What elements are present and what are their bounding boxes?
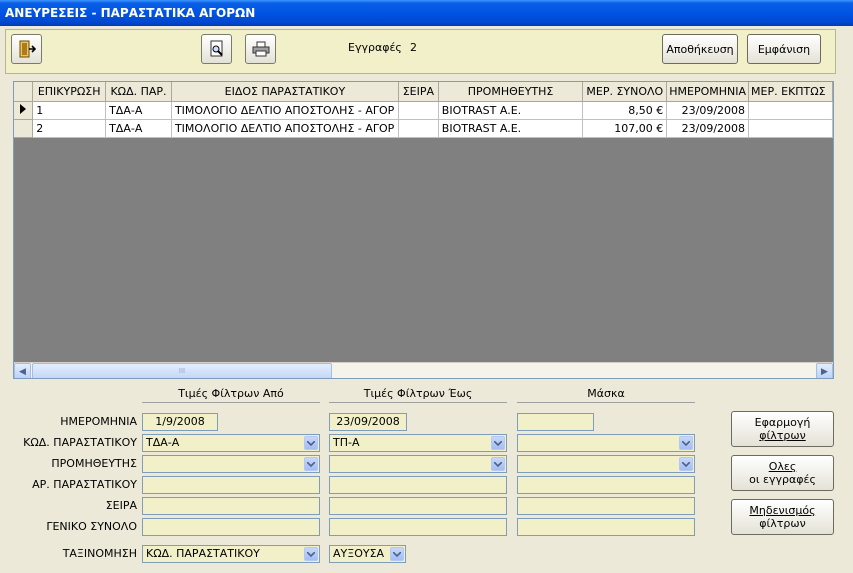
button-line: Εφαρμογή [754,416,811,429]
toolbar: Εγγραφές 2 Αποθήκευση Εμφάνιση [5,29,836,74]
filter-label-total: ΓΕΝΙΚΟ ΣΥΝΟΛΟ [46,520,137,533]
grid-cell[interactable]: BIOTRAST A.E. [438,101,584,120]
grid-cell[interactable] [748,101,833,120]
chevron-down-icon[interactable] [304,457,318,471]
doc-code-to-combo[interactable]: ΤΠ-Α [329,434,507,452]
filter-label-date: ΗΜΕΡΟΜΗΝΙΑ [60,415,137,428]
column-header[interactable]: ΜΕΡ. ΕΚΠΤΩΣ [748,82,833,102]
print-preview-icon [210,40,223,57]
total-from-field[interactable] [142,518,320,536]
doc-code-mask-combo[interactable] [517,434,695,452]
grid-cell[interactable]: 8,50 € [582,101,668,120]
button-line: οι εγγραφές [749,473,816,486]
grid-cell[interactable]: 2 [32,119,107,138]
grid-cell[interactable]: ΤΙΜΟΛΟΓΙΟ ΔΕΛΤΙΟ ΑΠΟΣΤΟΛΗΣ - ΑΓΟΡ [171,101,399,120]
grid-cell[interactable] [748,119,833,138]
chevron-down-icon[interactable] [390,547,404,561]
filter-label-doc-code: ΚΩΔ. ΠΑΡΑΣΤΑΤΙΚΟΥ [23,436,137,449]
total-mask-field[interactable] [517,518,695,536]
date-from-field[interactable]: 1/9/2008 [142,413,218,431]
apply-filters-button[interactable]: Εφαρμογή φίλτρων [731,411,834,447]
show-button[interactable]: Εμφάνιση [747,34,821,64]
doc-number-mask-field[interactable] [517,476,695,494]
row-selector[interactable] [14,101,34,120]
row-selector[interactable] [14,119,34,138]
grid-cell[interactable]: BIOTRAST A.E. [438,119,584,138]
sort-label: ΤΑΞΙΝΟΜΗΣΗ [62,547,137,560]
column-header[interactable]: ΜΕΡ. ΣΥΝΟΛΟ [582,82,668,102]
chevron-down-icon[interactable] [491,457,505,471]
scroll-thumb[interactable]: III [32,363,332,378]
grid-cell[interactable]: 23/09/2008 [666,119,750,138]
series-mask-field[interactable] [517,497,695,515]
table-row[interactable]: 2 ΤΔΑ-Α ΤΙΜΟΛΟΓΙΟ ΔΕΛΤΙΟ ΑΠΟΣΤΟΛΗΣ - ΑΓΟ… [14,119,833,138]
column-header[interactable]: ΕΠΙΚΥΡΩΣΗ [32,82,107,102]
exit-button[interactable] [11,34,42,64]
printer-icon [252,41,269,57]
current-row-arrow-icon [20,103,27,114]
window-title: ΑΝΕΥΡΕΣΕΙΣ - ΠΑΡΑΣΤΑΤΙΚΑ ΑΓΟΡΩΝ [0,0,853,26]
combo-value: ΑΥΞΟΥΣΑ [333,547,385,560]
sort-field-combo[interactable]: ΚΩΔ. ΠΑΡΑΣΤΑΤΙΚΟΥ [142,545,320,563]
grid-cell[interactable] [398,101,439,120]
grid-cell[interactable]: ΤΔΑ-Α [105,101,172,120]
records-count: 2 [410,41,417,54]
grid-cell[interactable] [398,119,439,138]
print-button[interactable] [245,34,276,64]
doc-number-from-field[interactable] [142,476,320,494]
series-to-field[interactable] [329,497,507,515]
grid-cell[interactable]: 1 [32,101,107,120]
grid-cell[interactable]: 23/09/2008 [666,101,750,120]
results-grid: ΕΠΙΚΥΡΩΣΗ ΚΩΔ. ΠΑΡ. ΕΙΔΟΣ ΠΑΡΑΣΤΑΤΙΚΟΥ Σ… [13,81,834,379]
doc-code-from-combo[interactable]: ΤΔΑ-Α [142,434,320,452]
combo-value: ΤΠ-Α [333,436,360,449]
print-preview-button[interactable] [201,34,232,64]
all-records-button[interactable]: Ολες οι εγγραφές [731,455,834,491]
button-line: φίλτρων [759,429,806,442]
column-header[interactable]: ΚΩΔ. ΠΑΡ. [105,82,172,102]
doc-number-to-field[interactable] [329,476,507,494]
chevron-down-icon[interactable] [491,436,505,450]
column-header[interactable]: ΗΜΕΡΟΜΗΝΙΑ [666,82,750,102]
records-label: Εγγραφές [348,41,402,54]
grid-cell[interactable]: ΤΔΑ-Α [105,119,172,138]
reset-filters-button[interactable]: Μηδενισμός φίλτρων [731,499,834,535]
grid-cell[interactable]: 107,00 € [582,119,668,138]
table-row[interactable]: 1 ΤΔΑ-Α ΤΙΜΟΛΟΓΙΟ ΔΕΛΤΙΟ ΑΠΟΣΤΟΛΗΣ - ΑΓΟ… [14,101,833,120]
filter-label-supplier: ΠΡΟΜΗΘΕΥΤΗΣ [51,457,137,470]
filter-label-doc-number: ΑΡ. ΠΑΡΑΣΤΑΤΙΚΟΥ [32,478,137,491]
combo-value: ΚΩΔ. ΠΑΡΑΣΤΑΤΙΚΟΥ [146,547,260,560]
horizontal-scrollbar[interactable]: ◀ III ▶ [14,362,833,378]
combo-value: ΤΔΑ-Α [146,436,180,449]
save-button[interactable]: Αποθήκευση [662,34,738,64]
button-line: φίλτρων [759,517,806,530]
column-header[interactable]: ΠΡΟΜΗΘΕΥΤΗΣ [438,82,584,102]
filter-mask-header: Μάσκα [517,387,695,403]
grid-cell[interactable]: ΤΙΜΟΛΟΓΙΟ ΔΕΛΤΙΟ ΑΠΟΣΤΟΛΗΣ - ΑΓΟΡ [171,119,399,138]
date-to-field[interactable]: 23/09/2008 [329,413,407,431]
chevron-down-icon[interactable] [679,436,693,450]
column-header[interactable]: ΣΕΙΡΑ [398,82,439,102]
exit-door-icon [19,40,36,58]
date-mask-field[interactable] [517,413,594,431]
chevron-down-icon[interactable] [679,457,693,471]
chevron-down-icon[interactable] [304,547,318,561]
filter-label-series: ΣΕΙΡΑ [105,499,137,512]
scroll-left-arrow-icon[interactable]: ◀ [14,363,31,378]
supplier-from-combo[interactable] [142,455,320,473]
chevron-down-icon[interactable] [304,436,318,450]
filter-to-header: Τιμές Φίλτρων Έως [329,387,507,403]
series-from-field[interactable] [142,497,320,515]
supplier-to-combo[interactable] [329,455,507,473]
row-selector-header [14,82,34,102]
sort-order-combo[interactable]: ΑΥΞΟΥΣΑ [329,545,406,563]
scroll-right-arrow-icon[interactable]: ▶ [816,363,833,378]
filter-from-header: Τιμές Φίλτρων Από [142,387,320,403]
button-line: Ολες [768,460,797,473]
supplier-mask-combo[interactable] [517,455,695,473]
button-line: Μηδενισμός [749,504,816,517]
total-to-field[interactable] [329,518,507,536]
grid-header-row: ΕΠΙΚΥΡΩΣΗ ΚΩΔ. ΠΑΡ. ΕΙΔΟΣ ΠΑΡΑΣΤΑΤΙΚΟΥ Σ… [14,82,833,102]
column-header[interactable]: ΕΙΔΟΣ ΠΑΡΑΣΤΑΤΙΚΟΥ [171,82,399,102]
